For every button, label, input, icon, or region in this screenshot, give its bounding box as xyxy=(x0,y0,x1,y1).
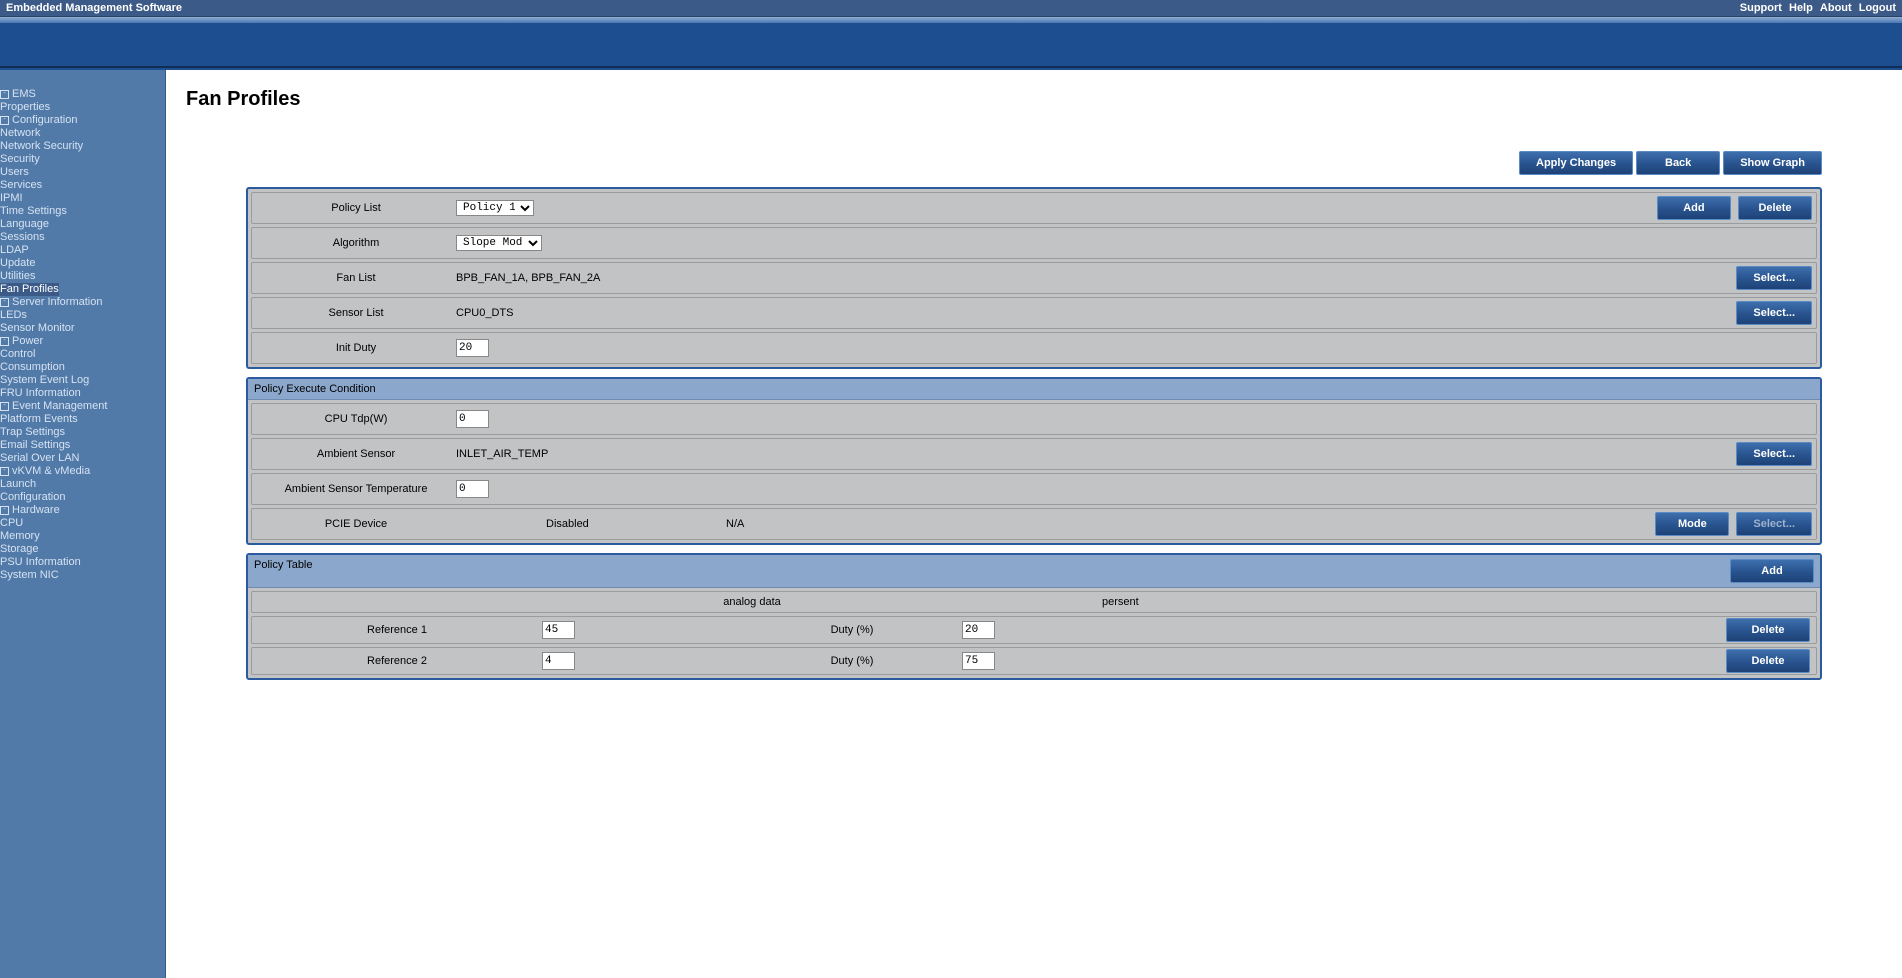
sidebar-item-power[interactable]: Power xyxy=(12,335,43,347)
ambient-temp-label: Ambient Sensor Temperature xyxy=(256,483,456,495)
sidebar-item-server-information[interactable]: Server Information xyxy=(12,296,102,308)
sidebar-item-ldap[interactable]: LDAP xyxy=(0,244,29,256)
ambient-sensor-select-button[interactable]: Select... xyxy=(1736,442,1812,466)
collapse-icon[interactable]: - xyxy=(0,467,9,476)
help-link[interactable]: Help xyxy=(1789,2,1813,14)
logout-link[interactable]: Logout xyxy=(1859,2,1896,14)
sidebar-item-trap-settings[interactable]: Trap Settings xyxy=(0,426,65,438)
sidebar-item-update[interactable]: Update xyxy=(0,257,35,269)
cpu-tdp-input[interactable] xyxy=(456,410,489,428)
persent-col-header: persent xyxy=(962,592,1816,612)
policy-list-select[interactable]: Policy 1 xyxy=(456,200,534,216)
collapse-icon[interactable]: - xyxy=(0,116,9,125)
algorithm-label: Algorithm xyxy=(256,237,456,249)
sidebar-item-nic[interactable]: System NIC xyxy=(0,569,59,581)
back-button[interactable]: Back xyxy=(1636,151,1720,175)
sidebar-item-sessions[interactable]: Sessions xyxy=(0,231,45,243)
support-link[interactable]: Support xyxy=(1740,2,1782,14)
pcie-select-button[interactable]: Select... xyxy=(1736,512,1812,536)
collapse-icon[interactable]: - xyxy=(0,298,9,307)
collapse-icon[interactable]: - xyxy=(0,90,9,99)
about-link[interactable]: About xyxy=(1820,2,1852,14)
fan-list-label: Fan List xyxy=(256,272,456,284)
collapse-icon[interactable]: - xyxy=(0,402,9,411)
init-duty-label: Init Duty xyxy=(256,342,456,354)
sidebar-item-leds[interactable]: LEDs xyxy=(0,309,27,321)
sidebar-item-launch[interactable]: Launch xyxy=(0,478,36,490)
ambient-sensor-value: INLET_AIR_TEMP xyxy=(456,448,1732,460)
sidebar-item-control[interactable]: Control xyxy=(0,348,35,360)
pcie-mode-button[interactable]: Mode xyxy=(1655,512,1729,536)
sidebar-item-configuration-vkvm[interactable]: Configuration xyxy=(0,491,65,503)
sidebar-item-hardware[interactable]: Hardware xyxy=(12,504,60,516)
sidebar-item-memory[interactable]: Memory xyxy=(0,530,40,542)
reference2-analog-input[interactable] xyxy=(542,652,575,670)
policy-table-header: Policy Table xyxy=(254,559,313,571)
duty-pct-label-2: Duty (%) xyxy=(742,655,962,667)
sensor-list-label: Sensor List xyxy=(256,307,456,319)
sidebar-item-sol[interactable]: Serial Over LAN xyxy=(0,452,79,464)
reference2-delete-button[interactable]: Delete xyxy=(1726,649,1810,673)
fan-list-value: BPB_FAN_1A, BPB_FAN_2A xyxy=(456,272,1732,284)
app-title: Embedded Management Software xyxy=(6,0,182,16)
sidebar-item-services[interactable]: Services xyxy=(0,179,42,191)
policy-table-panel: Policy Table Add analog data persent Ref… xyxy=(246,553,1822,680)
sensor-list-select-button[interactable]: Select... xyxy=(1736,301,1812,325)
pcie-na: N/A xyxy=(726,518,926,530)
ambient-temp-input[interactable] xyxy=(456,480,489,498)
analog-data-col-header: analog data xyxy=(542,592,962,612)
collapse-icon[interactable]: - xyxy=(0,506,9,515)
collapse-icon[interactable]: - xyxy=(0,337,9,346)
sensor-list-value: CPU0_DTS xyxy=(456,307,1732,319)
sidebar: -EMS Properties -Configuration Network N… xyxy=(0,70,166,978)
reference1-delete-button[interactable]: Delete xyxy=(1726,618,1810,642)
sidebar-item-fru[interactable]: FRU Information xyxy=(0,387,81,399)
sidebar-item-network-security[interactable]: Network Security xyxy=(0,140,83,152)
sidebar-item-language[interactable]: Language xyxy=(0,218,49,230)
reference2-label: Reference 2 xyxy=(252,655,542,667)
page-title: Fan Profiles xyxy=(186,88,1882,111)
sidebar-item-event-mgmt[interactable]: Event Management xyxy=(12,400,107,412)
sidebar-item-email-settings[interactable]: Email Settings xyxy=(0,439,70,451)
sidebar-item-psu[interactable]: PSU Information xyxy=(0,556,81,568)
policy-delete-button[interactable]: Delete xyxy=(1738,196,1812,220)
sidebar-item-sel[interactable]: System Event Log xyxy=(0,374,89,386)
init-duty-input[interactable] xyxy=(456,339,489,357)
cpu-tdp-label: CPU Tdp(W) xyxy=(256,413,456,425)
duty-pct-label-1: Duty (%) xyxy=(742,624,962,636)
algorithm-select[interactable]: Slope Mode xyxy=(456,235,542,251)
sidebar-item-sensor-monitor[interactable]: Sensor Monitor xyxy=(0,322,75,334)
sidebar-item-fan-profiles[interactable]: Fan Profiles xyxy=(0,283,59,296)
sidebar-item-time-settings[interactable]: Time Settings xyxy=(0,205,67,217)
reference1-duty-input[interactable] xyxy=(962,621,995,639)
show-graph-button[interactable]: Show Graph xyxy=(1723,151,1822,175)
pcie-device-label: PCIE Device xyxy=(256,518,456,530)
sidebar-item-platform-events[interactable]: Platform Events xyxy=(0,413,78,425)
ambient-sensor-label: Ambient Sensor xyxy=(256,448,456,460)
reference1-label: Reference 1 xyxy=(252,624,542,636)
policy-execute-condition-panel: Policy Execute Condition CPU Tdp(W) Ambi… xyxy=(246,377,1822,545)
sidebar-item-utilities[interactable]: Utilities xyxy=(0,270,35,282)
fan-list-select-button[interactable]: Select... xyxy=(1736,266,1812,290)
sidebar-item-ems[interactable]: EMS xyxy=(12,88,36,100)
sidebar-item-properties[interactable]: Properties xyxy=(0,101,50,113)
policy-exec-header: Policy Execute Condition xyxy=(254,383,376,395)
sidebar-item-network[interactable]: Network xyxy=(0,127,40,139)
reference1-analog-input[interactable] xyxy=(542,621,575,639)
sidebar-item-configuration[interactable]: Configuration xyxy=(12,114,77,126)
apply-changes-button[interactable]: Apply Changes xyxy=(1519,151,1633,175)
sidebar-item-security[interactable]: Security xyxy=(0,153,40,165)
sidebar-item-consumption[interactable]: Consumption xyxy=(0,361,65,373)
sidebar-item-cpu[interactable]: CPU xyxy=(0,517,23,529)
policy-add-button[interactable]: Add xyxy=(1657,196,1731,220)
sidebar-item-storage[interactable]: Storage xyxy=(0,543,39,555)
policy-config-panel: Policy List Policy 1 Add Delete Algorith… xyxy=(246,187,1822,369)
sidebar-item-users[interactable]: Users xyxy=(0,166,29,178)
policy-list-label: Policy List xyxy=(256,202,456,214)
sidebar-item-vkvm[interactable]: vKVM & vMedia xyxy=(12,465,90,477)
pcie-status: Disabled xyxy=(456,518,726,530)
reference2-duty-input[interactable] xyxy=(962,652,995,670)
policy-table-add-button[interactable]: Add xyxy=(1730,559,1814,583)
sidebar-item-ipmi[interactable]: IPMI xyxy=(0,192,23,204)
